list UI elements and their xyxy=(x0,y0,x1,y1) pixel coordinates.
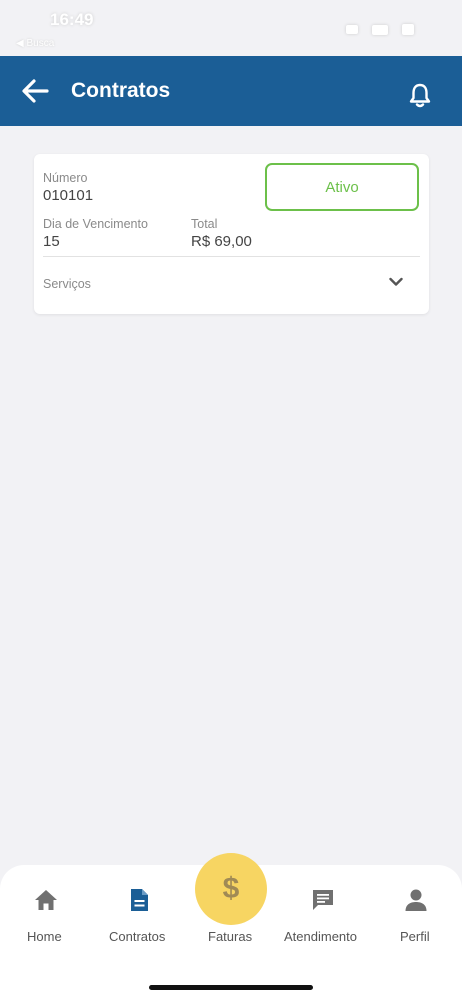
signal-icon xyxy=(346,25,358,34)
nav-item-home[interactable]: Home xyxy=(20,865,72,960)
contract-number-label: Número xyxy=(43,171,88,185)
nav-label-contratos: Contratos xyxy=(109,929,166,944)
nav-label-home: Home xyxy=(27,929,62,944)
services-label: Serviços xyxy=(43,277,91,291)
contract-card: Número 010101 Ativo Dia de Vencimento 15… xyxy=(34,154,429,314)
document-icon xyxy=(131,889,148,911)
wifi-icon xyxy=(372,24,388,35)
system-icons xyxy=(346,24,414,35)
nav-item-contratos[interactable]: Contratos xyxy=(104,865,174,960)
status-back-app[interactable]: ◀ Busca xyxy=(16,38,54,49)
home-indicator-area xyxy=(0,960,462,1000)
nav-label-atendimento: Atendimento xyxy=(284,929,357,944)
due-day-label: Dia de Vencimento xyxy=(43,217,148,231)
total-label: Total xyxy=(191,217,218,231)
services-expander[interactable]: Serviços xyxy=(34,257,429,309)
nav-item-perfil[interactable]: Perfil xyxy=(392,865,440,960)
nav-item-atendimento[interactable]: Atendimento xyxy=(280,865,366,960)
faturas-fab-button[interactable]: $ xyxy=(195,853,267,925)
chat-icon xyxy=(313,890,333,910)
arrow-left-icon[interactable] xyxy=(20,78,50,104)
total-value: R$ 69,00 xyxy=(191,233,252,250)
contracts-screen: 16:49 ◀ Busca Contratos Número 010101 At… xyxy=(0,0,462,1000)
dollar-icon: $ xyxy=(222,872,240,905)
nav-label-faturas: Faturas xyxy=(208,929,253,944)
battery-icon xyxy=(402,24,414,35)
home-icon xyxy=(35,890,57,910)
chevron-down-icon[interactable] xyxy=(389,277,403,287)
status-time: 16:49 xyxy=(50,10,94,29)
page-title: Contratos xyxy=(71,79,171,102)
status-bar: 16:49 ◀ Busca xyxy=(0,0,462,56)
bell-icon[interactable] xyxy=(408,82,432,108)
app-bar: Contratos xyxy=(0,56,462,126)
nav-label-perfil: Perfil xyxy=(400,929,430,944)
contract-number: 010101 xyxy=(43,187,94,204)
due-day-value: 15 xyxy=(43,233,60,250)
contract-status-button[interactable]: Ativo xyxy=(265,163,419,211)
person-icon xyxy=(405,889,427,911)
home-indicator[interactable] xyxy=(149,985,313,990)
